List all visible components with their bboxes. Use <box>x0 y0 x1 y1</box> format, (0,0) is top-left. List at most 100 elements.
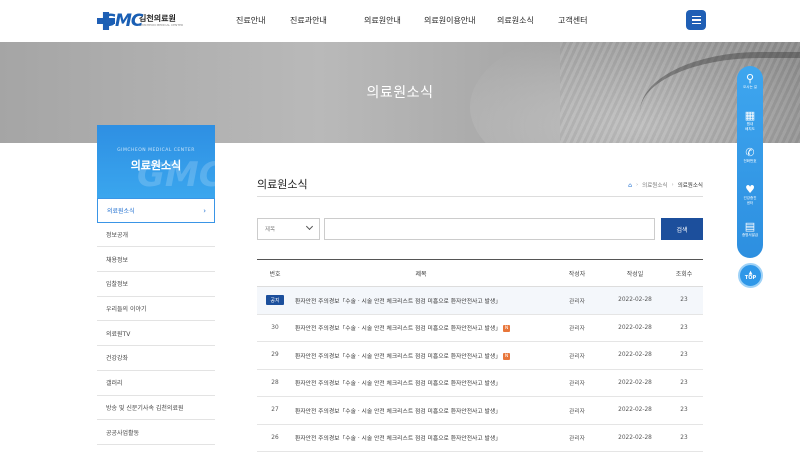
hamburger-menu-button[interactable] <box>686 10 706 30</box>
nav-item-news[interactable]: 의료원소식 <box>497 15 558 26</box>
banner-title: 의료원소식 <box>0 82 800 102</box>
nav-item-clinic-guide[interactable]: 진료안내 <box>236 15 290 26</box>
sidebar-item-public-projects[interactable]: 공공사업활동 <box>97 420 215 445</box>
column-header-author: 작성자 <box>549 269 605 278</box>
breadcrumb-item[interactable]: 의료원소식 <box>642 181 667 189</box>
search-input[interactable] <box>324 218 655 240</box>
breadcrumb-separator: › <box>636 182 638 188</box>
post-views: 23 <box>665 297 703 303</box>
table-row[interactable]: 27 환자안전 주의경보「수술 · 시술 안전 체크리스트 점검 미흡으로 환자… <box>257 397 703 425</box>
new-badge-icon: N <box>503 325 510 332</box>
logo-subtitle: GIMCHEON MEDICAL CENTER <box>139 24 183 27</box>
post-author: 관리자 <box>549 433 605 442</box>
post-number: 26 <box>257 435 293 441</box>
post-author: 관리자 <box>549 351 605 360</box>
sidebar-item-label: 방송 및 신문기사속 김천의료원 <box>106 403 183 412</box>
table-row[interactable]: 29 환자안전 주의경보「수술 · 시술 안전 체크리스트 점검 미흡으로 환자… <box>257 342 703 370</box>
column-header-date: 작성일 <box>605 269 665 278</box>
post-date: 2022-02-28 <box>605 297 665 303</box>
post-date: 2022-02-28 <box>605 325 665 331</box>
phone-icon: ✆ <box>745 146 754 159</box>
health-center-icon: ♥ <box>745 183 755 196</box>
sidebar-item-press[interactable]: 방송 및 신문기사속 김천의료원 <box>97 396 215 421</box>
map-pin-icon: ⚲ <box>746 72 754 85</box>
quick-item-label: 증명서발급 <box>742 233 758 238</box>
post-author: 관리자 <box>549 323 605 332</box>
page-title: 의료원소식 <box>257 176 308 192</box>
sidebar-item-news[interactable]: 의료원소식 › <box>97 198 215 223</box>
sidebar-item-recruit[interactable]: 채용정보 <box>97 247 215 272</box>
post-views: 23 <box>665 407 703 413</box>
post-title-link[interactable]: 환자안전 주의경보「수술 · 시술 안전 체크리스트 점검 미흡으로 환자안전사… <box>293 433 549 442</box>
nav-item-customer-center[interactable]: 고객센터 <box>558 15 587 26</box>
post-author: 관리자 <box>549 296 605 305</box>
home-icon[interactable]: ⌂ <box>628 182 632 189</box>
sidebar-item-label: 건강강좌 <box>106 353 128 362</box>
sidebar-item-stories[interactable]: 우리들의 이야기 <box>97 297 215 322</box>
quick-menu-bar: ⚲ 오시는 길 ▦ 원내 배치도 ✆ 전화번호 ♥ 건강증진 센터 ▤ 증명서발… <box>737 66 763 258</box>
quick-item-floor-map[interactable]: ▦ 원내 배치도 <box>737 109 763 146</box>
search-field-select[interactable]: 제목 <box>257 218 320 240</box>
quick-item-directions[interactable]: ⚲ 오시는 길 <box>737 72 763 109</box>
breadcrumb-current: 의료원소식 <box>678 181 703 189</box>
table-row[interactable]: 30 환자안전 주의경보「수술 · 시술 안전 체크리스트 점검 미흡으로 환자… <box>257 315 703 343</box>
nav-item-departments[interactable]: 진료과안내 <box>290 15 364 26</box>
sidebar-item-label: 채용정보 <box>106 255 128 264</box>
post-title-link[interactable]: 환자안전 주의경보「수술 · 시술 안전 체크리스트 점검 미흡으로 환자안전사… <box>293 296 549 305</box>
sidebar-item-label: 의료원TV <box>106 329 130 338</box>
chevron-right-icon: › <box>203 207 206 215</box>
sidebar-header-en: GIMCHEON MEDICAL CENTER <box>97 148 215 153</box>
breadcrumb: ⌂ › 의료원소식 › 의료원소식 <box>628 181 703 189</box>
table-row[interactable]: 공지 환자안전 주의경보「수술 · 시술 안전 체크리스트 점검 미흡으로 환자… <box>257 287 703 315</box>
building-icon: ▦ <box>745 109 755 122</box>
main-nav: 진료안내 진료과안내 의료원안내 의료원이용안내 의료원소식 고객센터 <box>236 15 587 26</box>
search-select-value: 제목 <box>265 225 275 233</box>
post-date: 2022-02-28 <box>605 435 665 441</box>
sidebar-item-label: 입찰정보 <box>106 279 128 288</box>
top-label: TOP <box>745 275 756 281</box>
sidebar-item-label: 의료원소식 <box>107 206 135 215</box>
sidebar-item-label: 공공사업활동 <box>106 428 139 437</box>
sidebar-item-label: 정보공개 <box>106 230 128 239</box>
post-title-link[interactable]: 환자안전 주의경보「수술 · 시술 안전 체크리스트 점검 미흡으로 환자안전사… <box>293 378 549 387</box>
post-author: 관리자 <box>549 406 605 415</box>
table-row[interactable]: 28 환자안전 주의경보「수술 · 시술 안전 체크리스트 점검 미흡으로 환자… <box>257 370 703 398</box>
sidebar-item-bidding[interactable]: 입찰정보 <box>97 272 215 297</box>
notice-badge: 공지 <box>266 295 283 305</box>
nav-item-about[interactable]: 의료원안내 <box>364 15 424 26</box>
post-title-link[interactable]: 환자안전 주의경보「수술 · 시술 안전 체크리스트 점검 미흡으로 환자안전사… <box>295 354 501 360</box>
post-title-link[interactable]: 환자안전 주의경보「수술 · 시술 안전 체크리스트 점검 미흡으로 환자안전사… <box>293 406 549 415</box>
site-logo[interactable]: GMC 김천의료원 GIMCHEON MEDICAL CENTER <box>97 9 183 33</box>
post-date: 2022-02-28 <box>605 352 665 358</box>
sidebar-item-tv[interactable]: 의료원TV <box>97 321 215 346</box>
site-header: GMC 김천의료원 GIMCHEON MEDICAL CENTER 진료안내 진… <box>0 0 800 42</box>
quick-item-label: 전화번호 <box>744 159 757 164</box>
logo-letters: GMC <box>102 11 142 31</box>
post-date: 2022-02-28 <box>605 407 665 413</box>
sidebar-header-title: 의료원소식 <box>97 157 215 173</box>
column-header-views: 조회수 <box>665 269 703 278</box>
quick-item-phone[interactable]: ✆ 전화번호 <box>737 146 763 183</box>
column-header-title: 제목 <box>293 269 549 278</box>
column-header-no: 번호 <box>257 269 293 278</box>
post-views: 23 <box>665 325 703 331</box>
sidebar-item-label: 갤러리 <box>106 378 123 387</box>
quick-item-health-center[interactable]: ♥ 건강증진 센터 <box>737 183 763 220</box>
sidebar-nav: 의료원소식 › 정보공개 채용정보 입찰정보 우리들의 이야기 의료원TV 건강… <box>97 198 215 445</box>
scroll-top-button[interactable]: ▲ TOP <box>738 263 763 288</box>
sidebar-header: GMC GIMCHEON MEDICAL CENTER 의료원소식 <box>97 125 215 198</box>
search-button[interactable]: 검색 <box>661 218 703 240</box>
logo-mark: GMC <box>97 10 137 32</box>
breadcrumb-separator: › <box>671 182 673 188</box>
title-divider <box>257 196 703 197</box>
post-views: 23 <box>665 352 703 358</box>
hamburger-icon <box>692 16 701 18</box>
post-title-link[interactable]: 환자안전 주의경보「수술 · 시술 안전 체크리스트 점검 미흡으로 환자안전사… <box>295 326 501 332</box>
sidebar-item-disclosure[interactable]: 정보공개 <box>97 223 215 248</box>
table-header: 번호 제목 작성자 작성일 조회수 <box>257 259 703 287</box>
nav-item-usage-guide[interactable]: 의료원이용안내 <box>424 15 497 26</box>
post-number: 28 <box>257 380 293 386</box>
sidebar-item-gallery[interactable]: 갤러리 <box>97 371 215 396</box>
quick-item-certificate[interactable]: ▤ 증명서발급 <box>737 220 763 257</box>
sidebar-item-health-lecture[interactable]: 건강강좌 <box>97 346 215 371</box>
